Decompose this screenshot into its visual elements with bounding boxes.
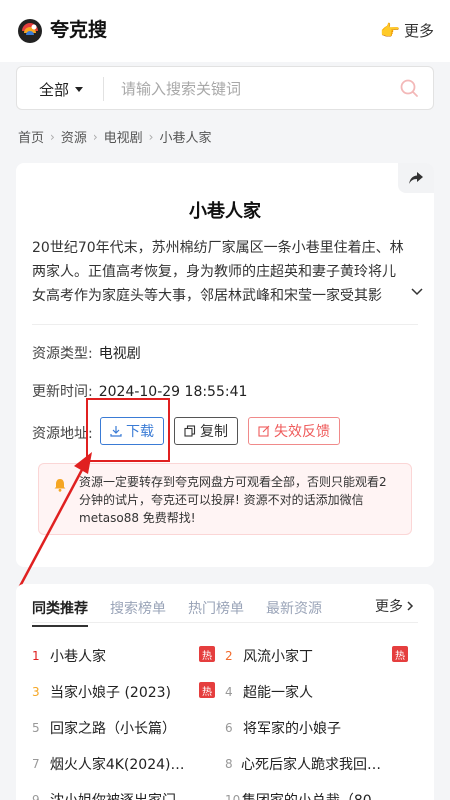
tabs-more-label: 更多 bbox=[375, 599, 403, 615]
chevron-right-icon: › bbox=[148, 129, 154, 144]
resource-address-label: 资源地址: bbox=[32, 426, 93, 442]
hot-badge: 热 bbox=[392, 646, 408, 662]
breadcrumb: 首页 › 资源 › 电视剧 › 小巷人家 bbox=[18, 127, 212, 147]
tab-similar[interactable]: 同类推荐 bbox=[32, 598, 88, 627]
tabs-divider bbox=[32, 622, 418, 623]
list-item[interactable]: 5 回家之路（小长篇） bbox=[32, 710, 225, 746]
tabs-more-button[interactable]: 更多 bbox=[375, 596, 414, 616]
feedback-label: 失效反馈 bbox=[274, 424, 330, 440]
app-logo-icon[interactable] bbox=[16, 17, 44, 45]
caret-down-icon bbox=[75, 87, 84, 92]
rank-number: 7 bbox=[32, 757, 40, 771]
resource-description: 20世纪70年代末，苏州棉纺厂家属区一条小巷里住着庄、林两家人。正值高考恢复，身… bbox=[32, 240, 404, 304]
list-item[interactable]: 4 超能一家人 bbox=[225, 674, 418, 710]
app-title: 夸克搜 bbox=[50, 19, 108, 41]
update-time-label: 更新时间: bbox=[32, 384, 93, 400]
rank-number: 5 bbox=[32, 721, 40, 735]
resource-type-row: 资源类型: 电视剧 bbox=[32, 343, 141, 363]
hot-badge: 热 bbox=[199, 646, 215, 662]
category-select[interactable]: 全部 bbox=[39, 79, 84, 100]
rank-title: 心死后家人跪求我回家（… bbox=[240, 757, 390, 773]
rank-title: 集团家的小总裁（80集） bbox=[242, 790, 390, 800]
search-input[interactable] bbox=[121, 77, 391, 101]
edit-icon bbox=[258, 425, 270, 437]
rank-title: 回家之路（小长篇） bbox=[50, 721, 176, 737]
category-select-value: 全部 bbox=[39, 81, 70, 99]
share-icon bbox=[409, 172, 423, 184]
app-header: 夸克搜 👉 更多 bbox=[0, 0, 450, 62]
recommend-card: 同类推荐 搜索榜单 热门榜单 最新资源 更多 1 小巷人家 热 2 风流小家丁 … bbox=[16, 584, 434, 800]
pointing-hand-icon: 👉 bbox=[380, 21, 400, 40]
list-item[interactable]: 6 将军家的小娘子 bbox=[225, 710, 418, 746]
hot-badge: 热 bbox=[199, 682, 215, 698]
list-item[interactable]: 3 当家小娘子 (2023) 热 bbox=[32, 674, 225, 710]
tab-latest[interactable]: 最新资源 bbox=[266, 598, 322, 618]
list-item[interactable]: 7 烟火人家4K(2024)剧… bbox=[32, 746, 225, 782]
rank-number: 3 bbox=[32, 685, 40, 699]
download-highlight-box bbox=[86, 398, 170, 462]
search-bar: 全部 bbox=[16, 66, 434, 110]
tab-hot-rank[interactable]: 热门榜单 bbox=[188, 598, 244, 618]
resource-type-value: 电视剧 bbox=[98, 346, 141, 362]
rank-title: 沈小姐你被逐出家门 bbox=[50, 790, 176, 800]
search-divider bbox=[103, 77, 104, 101]
resource-detail-card: 小巷人家 20世纪70年代末，苏州棉纺厂家属区一条小巷里住着庄、林两家人。正值高… bbox=[16, 163, 434, 567]
header-more-label: 更多 bbox=[403, 22, 434, 40]
list-item[interactable]: 10 集团家的小总裁（80集） bbox=[225, 782, 418, 800]
rank-number: 4 bbox=[225, 685, 233, 699]
rank-list: 1 小巷人家 热 2 风流小家丁 热 3 当家小娘子 (2023) 热 4 超能… bbox=[32, 638, 418, 800]
rank-number: 8 bbox=[225, 757, 233, 771]
copy-button[interactable]: 复制 bbox=[174, 417, 238, 445]
rank-number: 9 bbox=[32, 793, 40, 800]
notice-box: 资源一定要转存到夸克网盘方可观看全部，否则只能观看2分钟的试片，夸克还可以投屏!… bbox=[38, 463, 412, 535]
list-item[interactable]: 2 风流小家丁 热 bbox=[225, 638, 418, 674]
chevron-right-icon: › bbox=[50, 129, 55, 144]
divider bbox=[32, 324, 418, 325]
tab-search-rank[interactable]: 搜索榜单 bbox=[110, 598, 166, 618]
feedback-button[interactable]: 失效反馈 bbox=[248, 417, 340, 445]
list-item[interactable]: 1 小巷人家 热 bbox=[32, 638, 225, 674]
breadcrumb-tv[interactable]: 电视剧 bbox=[104, 127, 143, 146]
recommend-tabs: 同类推荐 搜索榜单 热门榜单 最新资源 bbox=[32, 598, 322, 627]
chevron-right-icon: › bbox=[92, 129, 98, 144]
resource-type-label: 资源类型: bbox=[32, 346, 93, 362]
chevron-down-icon[interactable] bbox=[410, 287, 424, 297]
header-more-button[interactable]: 👉 更多 bbox=[380, 20, 434, 41]
rank-title: 当家小娘子 (2023) bbox=[50, 685, 172, 701]
rank-title: 烟火人家4K(2024)剧… bbox=[49, 757, 197, 773]
rank-title: 将军家的小娘子 bbox=[243, 721, 341, 737]
rank-title: 小巷人家 bbox=[50, 649, 106, 665]
copy-label: 复制 bbox=[200, 424, 228, 440]
rank-number: 6 bbox=[225, 721, 233, 735]
chevron-right-icon bbox=[407, 601, 414, 611]
rank-number: 10 bbox=[225, 793, 241, 800]
rank-number: 1 bbox=[32, 649, 40, 663]
rank-number: 2 bbox=[225, 649, 233, 663]
notice-text: 资源一定要转存到夸克网盘方可观看全部，否则只能观看2分钟的试片，夸克还可以投屏!… bbox=[79, 475, 387, 525]
list-item[interactable]: 9 沈小姐你被逐出家门 bbox=[32, 782, 225, 800]
copy-icon bbox=[184, 425, 196, 437]
search-icon[interactable] bbox=[399, 78, 419, 98]
breadcrumb-resources[interactable]: 资源 bbox=[61, 127, 87, 146]
bell-icon bbox=[54, 479, 66, 492]
breadcrumb-current: 小巷人家 bbox=[159, 131, 212, 146]
resource-title: 小巷人家 bbox=[189, 201, 261, 222]
list-item[interactable]: 8 心死后家人跪求我回家（… bbox=[225, 746, 418, 782]
rank-title: 风流小家丁 bbox=[243, 649, 313, 665]
share-button[interactable] bbox=[398, 163, 434, 193]
rank-title: 超能一家人 bbox=[243, 685, 313, 701]
breadcrumb-home[interactable]: 首页 bbox=[18, 127, 44, 146]
